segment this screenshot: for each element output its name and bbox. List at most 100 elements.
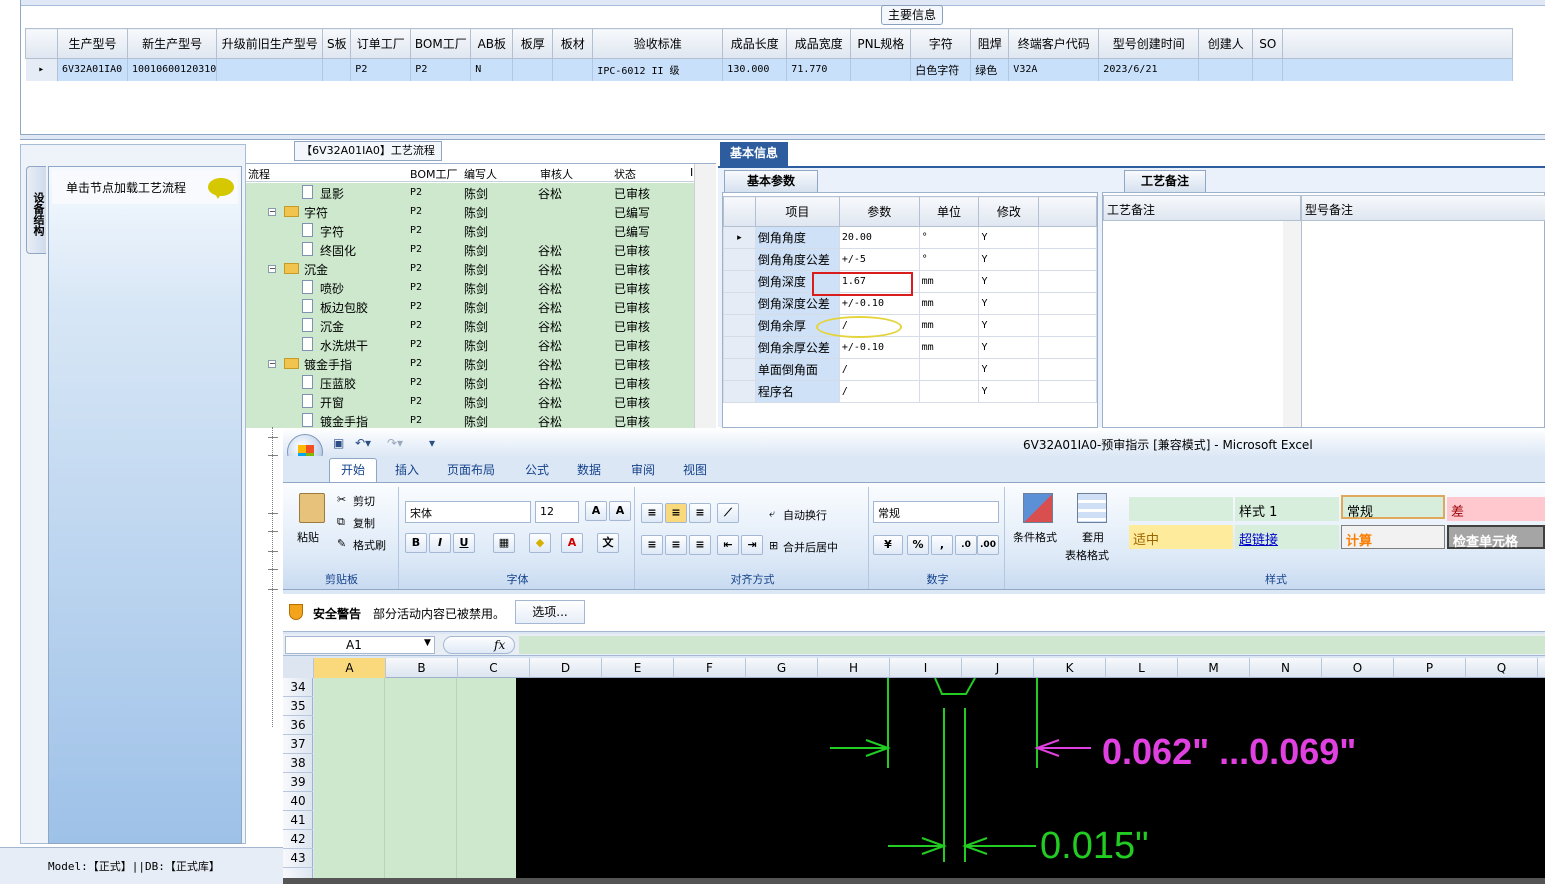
cell[interactable] — [552, 58, 594, 81]
process-row[interactable]: 喷砂 P2 陈剑 谷松 已审核 — [246, 278, 694, 297]
tab-page-layout[interactable]: 页面布局 — [447, 461, 495, 478]
excel-titlebar[interactable]: ▣ ↶▾ ↷▾ ▾ 6V32A01IA0-预审指示 [兼容模式] - Micro… — [283, 428, 1545, 456]
cell[interactable]: 6V32A01IA0 — [57, 58, 128, 81]
column-header[interactable]: F — [674, 658, 746, 678]
param-value[interactable]: / — [838, 380, 920, 403]
process-row[interactable]: 压蓝胶 P2 陈剑 谷松 已审核 — [246, 373, 694, 392]
column-header[interactable]: B — [386, 658, 458, 678]
collapse-toggle-icon[interactable]: − — [268, 208, 276, 216]
style-cell-style1[interactable]: 样式 1 — [1235, 497, 1339, 521]
param-row[interactable]: 单面倒角面 / Y — [723, 358, 1097, 381]
param-unit[interactable]: mm — [918, 314, 980, 337]
column-header[interactable]: N — [1250, 658, 1322, 678]
row-header[interactable]: 41 — [283, 811, 313, 830]
style-cell-bad[interactable]: 差 — [1447, 497, 1545, 521]
row-header[interactable]: 43 — [283, 849, 313, 868]
row-header[interactable]: 42 — [283, 830, 313, 849]
col-header[interactable]: 阻焊 — [970, 28, 1010, 59]
border-icon[interactable]: ▦ — [493, 533, 515, 553]
param-unit[interactable] — [918, 380, 980, 403]
copy-button[interactable]: 复制 — [353, 515, 375, 531]
col-header[interactable]: PNL规格 — [850, 28, 912, 59]
paste-button[interactable]: 粘贴 — [297, 529, 319, 545]
conditional-format-button[interactable]: 条件格式 — [1013, 529, 1057, 545]
bold-icon[interactable]: B — [405, 533, 427, 553]
column-header[interactable]: M — [1178, 658, 1250, 678]
cell[interactable]: 2023/6/21 — [1098, 58, 1200, 81]
col-header[interactable]: 验收标准 — [592, 28, 724, 59]
col-header[interactable]: 新生产型号 — [126, 28, 218, 59]
cell[interactable] — [512, 58, 554, 81]
param-value[interactable]: 20.00 — [838, 226, 920, 249]
horizontal-scrollbar[interactable] — [283, 878, 1545, 884]
phonetic-icon[interactable]: 文 — [597, 533, 619, 553]
param-edit[interactable]: Y — [978, 358, 1040, 381]
param-edit[interactable]: Y — [978, 270, 1040, 293]
param-row[interactable]: 倒角余厚 / mm Y — [723, 314, 1097, 337]
remark-scrollbar[interactable] — [1283, 221, 1301, 427]
table-format-label-2[interactable]: 表格格式 — [1065, 547, 1109, 563]
cell[interactable] — [850, 58, 912, 81]
grow-font-icon[interactable]: A — [585, 501, 607, 521]
col-header[interactable]: 编写人 — [464, 166, 497, 182]
col-header[interactable]: 升级前旧生产型号 — [216, 28, 324, 59]
tab-formulas[interactable]: 公式 — [525, 461, 549, 478]
tab-review[interactable]: 审阅 — [631, 461, 655, 478]
param-item[interactable]: 倒角角度公差 — [754, 248, 840, 271]
customize-qat-icon[interactable]: ▾ — [429, 436, 435, 450]
collapse-toggle-icon[interactable]: − — [268, 265, 276, 273]
col-header[interactable]: 创建人 — [1198, 28, 1254, 59]
col-header[interactable]: 订单工厂 — [350, 28, 412, 59]
param-edit[interactable]: Y — [978, 292, 1040, 315]
col-header[interactable]: 状态 — [614, 166, 636, 182]
column-header[interactable]: E — [602, 658, 674, 678]
insert-function-button[interactable]: fx — [443, 636, 515, 654]
cell[interactable]: V32A — [1008, 58, 1100, 81]
param-value[interactable]: +/-0.10 — [838, 336, 920, 359]
column-header[interactable]: Q — [1466, 658, 1538, 678]
conditional-format-icon[interactable] — [1023, 493, 1053, 523]
row-indicator[interactable] — [723, 358, 756, 381]
param-unit[interactable]: mm — [918, 336, 980, 359]
cell[interactable]: 绿色 — [970, 58, 1010, 81]
row-indicator[interactable] — [723, 248, 756, 271]
process-row[interactable]: 镀金手指 P2 陈剑 谷松 已审核 — [246, 411, 694, 428]
col-header[interactable]: 流程 — [248, 166, 270, 182]
col-header[interactable]: AB板 — [470, 28, 514, 59]
green-cells[interactable] — [314, 678, 516, 884]
row-header[interactable]: 40 — [283, 792, 313, 811]
align-top-icon[interactable]: ≡ — [641, 503, 663, 523]
col-header[interactable]: 生产型号 — [57, 28, 128, 59]
param-extra[interactable] — [1038, 226, 1097, 249]
italic-icon[interactable]: I — [429, 533, 451, 553]
comma-icon[interactable]: , — [931, 535, 953, 555]
column-header[interactable]: O — [1322, 658, 1394, 678]
param-edit[interactable]: Y — [978, 380, 1040, 403]
style-cell-normal[interactable]: 常规 — [1341, 495, 1445, 520]
params-table[interactable]: 项目 参数 单位 修改 ▸ 倒角角度 20.00 ° Y 倒角角度公差 +/-5 ° Y 倒角深度… — [723, 196, 1097, 403]
col-header[interactable]: 成品长度 — [722, 28, 788, 59]
style-cell-hyperlink[interactable]: 超链接 — [1235, 525, 1339, 549]
paste-icon[interactable] — [299, 493, 325, 523]
process-rows[interactable]: 显影 P2 陈剑 谷松 已审核 − 字符 P2 陈剑 已编写 字符 P2 陈剑 已编写 终固化 P2 陈剑 谷松已… — [246, 183, 694, 428]
param-unit[interactable]: ° — [918, 226, 980, 249]
param-item[interactable]: 倒角余厚公差 — [754, 336, 840, 359]
corner-cell[interactable] — [25, 28, 58, 59]
tab-view[interactable]: 视图 — [683, 461, 707, 478]
params-rows[interactable]: ▸ 倒角角度 20.00 ° Y 倒角角度公差 +/-5 ° Y 倒角深度 1.67 mm Y 倒角深度公… — [723, 226, 1097, 403]
process-row[interactable]: 终固化 P2 陈剑 谷松 已审核 — [246, 240, 694, 259]
param-extra[interactable] — [1038, 270, 1097, 293]
tab-basic-params[interactable]: 基本参数 — [724, 170, 818, 192]
process-row[interactable]: 显影 P2 陈剑 谷松 已审核 — [246, 183, 694, 202]
splitter[interactable] — [20, 134, 1545, 140]
param-item[interactable]: 程序名 — [754, 380, 840, 403]
name-box[interactable]: A1 ▼ — [285, 636, 435, 654]
process-row[interactable]: 字符 P2 陈剑 已编写 — [246, 221, 694, 240]
column-header[interactable]: L — [1106, 658, 1178, 678]
orientation-icon[interactable]: ⟋ — [717, 503, 739, 523]
wrap-text-button[interactable]: 自动换行 — [783, 507, 827, 523]
col-header-model-remark[interactable]: 型号备注 — [1301, 195, 1545, 221]
column-header[interactable]: A — [314, 658, 386, 678]
column-header[interactable]: G — [746, 658, 818, 678]
col-header-process-remark[interactable]: 工艺备注 — [1103, 195, 1301, 221]
